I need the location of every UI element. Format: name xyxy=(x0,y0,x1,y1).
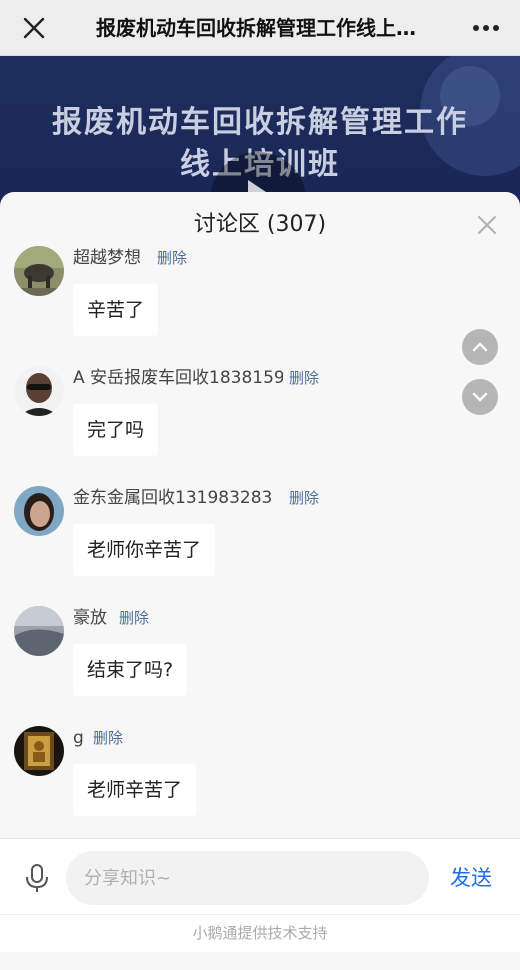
username: 超越梦想 xyxy=(73,248,141,268)
chevron-down-icon[interactable] xyxy=(462,379,498,415)
avatar[interactable] xyxy=(14,366,64,416)
more-dots-icon[interactable] xyxy=(466,14,506,42)
banner-title-line1: 报废机动车回收拆解管理工作 xyxy=(52,105,468,140)
tech-support-footer: 小鹅通提供技术支持 xyxy=(0,914,520,952)
video-banner[interactable]: 报废机动车回收拆解管理工作 线上培训班 xyxy=(0,56,520,206)
list-item: 超越梦想 删除 辛苦了 xyxy=(0,246,520,356)
message-bubble: 老师辛苦了 xyxy=(73,764,197,816)
chevron-up-icon[interactable] xyxy=(462,329,498,365)
delete-link[interactable]: 删除 xyxy=(157,247,187,269)
message-bubble: 老师你辛苦了 xyxy=(73,524,216,576)
comment-input-bar: 发送 xyxy=(0,838,520,914)
comment-input[interactable] xyxy=(66,851,429,905)
avatar[interactable] xyxy=(14,726,64,776)
avatar[interactable] xyxy=(14,486,64,536)
delete-link[interactable]: 删除 xyxy=(93,727,123,749)
close-icon[interactable] xyxy=(18,12,50,44)
footer-spacer xyxy=(0,952,520,970)
list-item: 豪放 删除 结束了吗? xyxy=(0,606,520,716)
top-nav-bar: 报废机动车回收拆解管理工作线上培训班 xyxy=(0,0,520,56)
username: 豪放 xyxy=(73,608,107,628)
discussion-header: 讨论区 (307) xyxy=(0,192,520,244)
message-bubble: 完了吗 xyxy=(73,404,159,456)
delete-link[interactable]: 删除 xyxy=(289,367,319,389)
username: 金东金属回收131983283 xyxy=(73,488,273,508)
avatar[interactable] xyxy=(14,246,64,296)
send-button[interactable]: 发送 xyxy=(450,863,492,893)
username: A 安岳报废车回收18381591 xyxy=(73,368,283,388)
delete-link[interactable]: 删除 xyxy=(289,487,319,509)
message-bubble: 辛苦了 xyxy=(73,284,159,336)
message-bubble: 结束了吗? xyxy=(73,644,188,696)
avatar[interactable] xyxy=(14,606,64,656)
list-item: g 删除 老师辛苦了 xyxy=(0,726,520,836)
page-title: 报废机动车回收拆解管理工作线上培训班 xyxy=(96,16,426,40)
microphone-icon[interactable] xyxy=(24,863,50,893)
list-item: A 安岳报废车回收18381591 删除 完了吗 xyxy=(0,366,520,476)
discussion-title: 讨论区 (307) xyxy=(193,212,327,237)
close-icon[interactable] xyxy=(476,214,498,236)
list-item: 金东金属回收131983283 删除 老师你辛苦了 xyxy=(0,486,520,596)
username: g xyxy=(73,728,84,748)
delete-link[interactable]: 删除 xyxy=(119,607,149,629)
